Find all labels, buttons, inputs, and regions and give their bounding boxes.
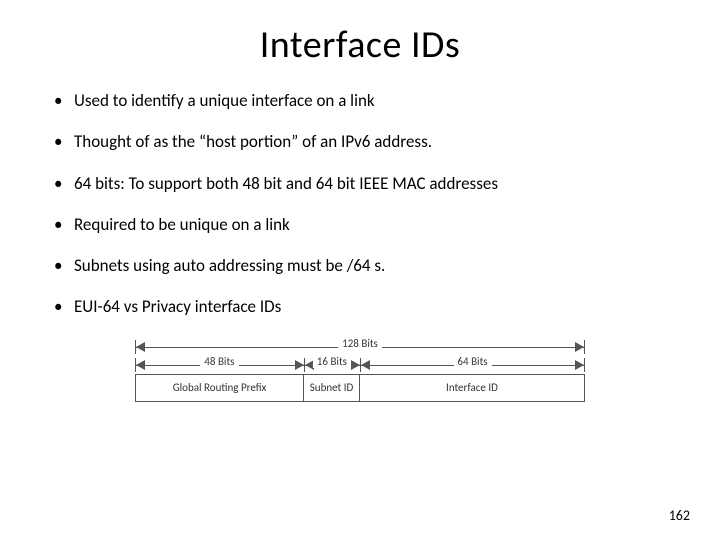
bullet-item: 64 bits: To support both 48 bit and 64 b… [50,173,670,194]
dim-total: 128 Bits [135,338,585,356]
address-blocks: Global Routing Prefix Subnet ID Interfac… [135,374,585,402]
slide: Interface IDs Used to identify a unique … [0,0,720,540]
block-subnet-id: Subnet ID [304,375,360,401]
slide-title: Interface IDs [50,22,670,68]
address-diagram: 128 Bits 48 Bits 16 Bits 64 Bits [50,338,670,402]
bullet-item: Subnets using auto addressing must be /6… [50,255,670,276]
dim-seg-label: 64 Bits [453,355,491,368]
bullet-item: Used to identify a unique interface on a… [50,90,670,111]
bullet-list: Used to identify a unique interface on a… [50,90,670,318]
block-global-routing-prefix: Global Routing Prefix [136,375,304,401]
bullet-item: Thought of as the “host portion” of an I… [50,131,670,152]
dim-seg-label: 16 Bits [313,355,351,368]
page-number: 162 [669,507,690,524]
dim-segments: 48 Bits 16 Bits 64 Bits [135,356,585,374]
block-interface-id: Interface ID [360,375,584,401]
bullet-item: EUI-64 vs Privacy interface IDs [50,296,670,317]
dim-total-label: 128 Bits [338,337,382,350]
bullet-item: Required to be unique on a link [50,214,670,235]
dim-seg-label: 48 Bits [200,355,238,368]
